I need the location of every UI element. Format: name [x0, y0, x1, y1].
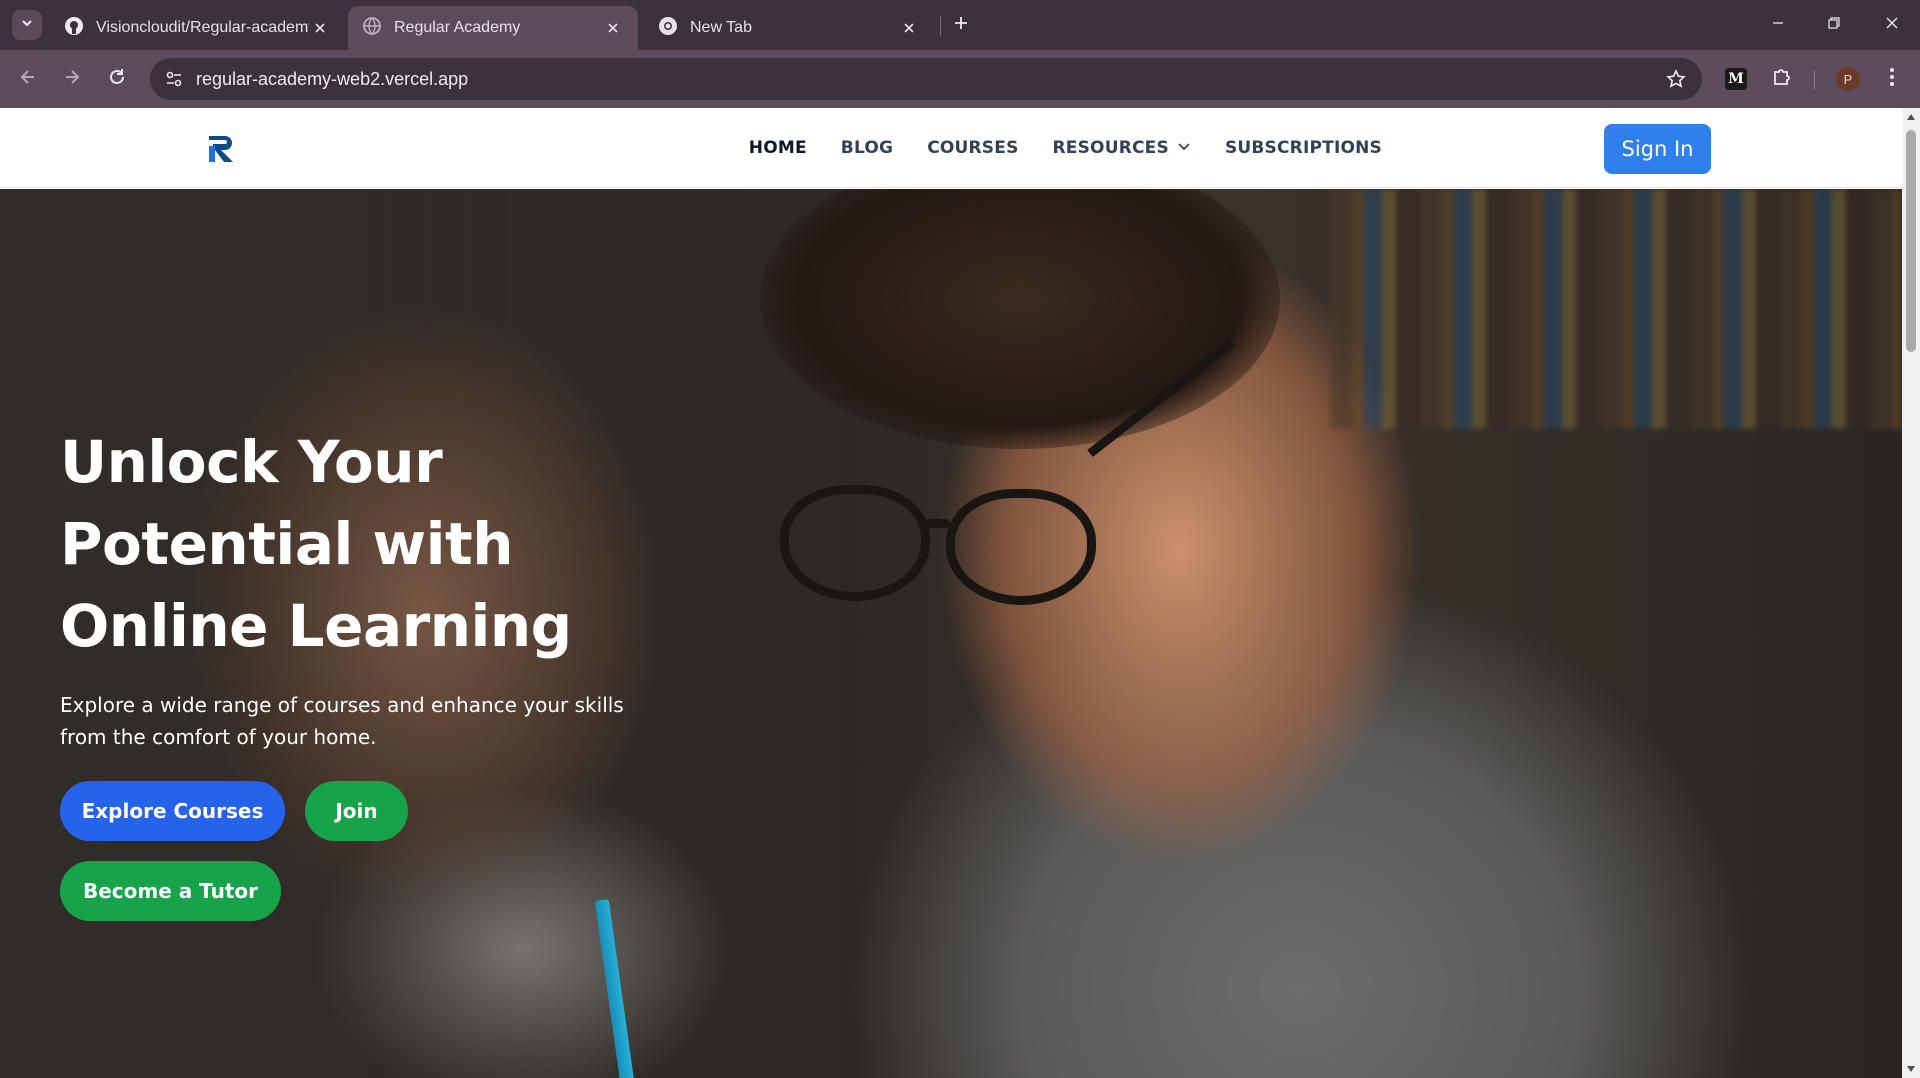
url-text: regular-academy-web2.vercel.app	[196, 69, 469, 89]
regular-academy-logo[interactable]	[205, 132, 239, 166]
tab-title: Visioncloudit/Regular-academy	[96, 19, 309, 36]
main-nav: HOME BLOG COURSES RESOURCES SUBSCRIPTION…	[749, 108, 1382, 188]
hero-title-line: Online Learning	[60, 592, 572, 660]
scroll-down-arrow-icon[interactable]	[1905, 1063, 1917, 1075]
tab-divider	[940, 16, 941, 36]
github-icon	[64, 16, 84, 41]
page-viewport: Unlock Your Potential with Online Learni…	[0, 108, 1920, 1078]
hero-title-line: Potential with	[60, 510, 514, 578]
tab-regular-academy[interactable]: Regular Academy	[348, 6, 638, 50]
arrow-left-icon	[18, 67, 38, 92]
site-header: HOME BLOG COURSES RESOURCES SUBSCRIPTION…	[0, 108, 1902, 188]
become-tutor-button[interactable]: Become a Tutor	[60, 861, 281, 921]
bookmark-star-icon[interactable]	[1664, 67, 1688, 91]
tab-new-tab[interactable]: New Tab	[644, 6, 934, 50]
chevron-down-icon	[20, 16, 34, 35]
extension-m-icon: M	[1725, 68, 1747, 90]
arrow-right-icon	[62, 67, 82, 92]
nav-label: BLOG	[840, 138, 894, 158]
hero-background-bookshelf	[1330, 189, 1902, 429]
plus-icon	[953, 15, 969, 36]
nav-label: COURSES	[927, 138, 1019, 158]
reload-icon	[107, 67, 127, 92]
hero-subtitle-line: Explore a wide range of courses and enha…	[60, 693, 624, 717]
extensions-button[interactable]	[1768, 65, 1796, 93]
scroll-up-arrow-icon[interactable]	[1905, 111, 1917, 123]
restore-button[interactable]	[1814, 8, 1854, 42]
puzzle-icon	[1771, 66, 1793, 93]
explore-courses-button[interactable]: Explore Courses	[60, 781, 285, 841]
close-icon[interactable]	[309, 17, 331, 39]
browser-menu-button[interactable]	[1878, 65, 1906, 93]
chrome-icon	[658, 16, 678, 41]
hero-background-glasses	[926, 519, 950, 528]
join-button[interactable]: Join	[305, 781, 408, 841]
nav-courses[interactable]: COURSES	[927, 138, 1018, 158]
tab-search-button[interactable]	[12, 10, 42, 40]
nav-label: RESOURCES	[1052, 138, 1169, 158]
site-info-icon[interactable]	[162, 67, 186, 91]
scrollbar-thumb[interactable]	[1906, 130, 1916, 352]
nav-resources[interactable]: RESOURCES	[1053, 138, 1191, 158]
globe-icon	[362, 16, 382, 41]
nav-label: HOME	[748, 138, 807, 158]
tab-title: Regular Academy	[394, 19, 521, 36]
nav-blog[interactable]: BLOG	[841, 138, 893, 158]
back-button[interactable]	[12, 63, 44, 95]
tab-github[interactable]: Visioncloudit/Regular-academy	[50, 6, 345, 50]
avatar: P	[1836, 67, 1860, 91]
hero-title-line: Unlock Your	[60, 428, 443, 496]
browser-toolbar: regular-academy-web2.vercel.app M P	[0, 50, 1920, 108]
hero-background-glasses	[946, 489, 1096, 605]
nav-subscriptions[interactable]: SUBSCRIPTIONS	[1225, 138, 1382, 158]
profile-button[interactable]: P	[1834, 65, 1862, 93]
kebab-menu-icon	[1889, 67, 1895, 92]
close-window-button[interactable]	[1872, 8, 1912, 42]
close-icon	[1885, 16, 1899, 35]
hero-section: Unlock Your Potential with Online Learni…	[0, 189, 1902, 1078]
hero-subtitle: Explore a wide range of courses and enha…	[60, 689, 660, 753]
nav-home[interactable]: HOME	[749, 138, 807, 158]
new-tab-button[interactable]	[948, 12, 974, 38]
page-scrollbar[interactable]	[1902, 108, 1920, 1078]
extension-m-button[interactable]: M	[1722, 65, 1750, 93]
reload-button[interactable]	[101, 63, 133, 95]
restore-icon	[1827, 16, 1841, 35]
sign-in-button[interactable]: Sign In	[1604, 124, 1711, 174]
nav-label: SUBSCRIPTIONS	[1224, 138, 1382, 158]
browser-tab-strip: Visioncloudit/Regular-academy Regular Ac…	[0, 0, 1920, 50]
tab-title: New Tab	[690, 19, 752, 36]
minimize-icon	[1771, 16, 1785, 35]
chevron-down-icon	[1177, 138, 1191, 158]
address-bar[interactable]: regular-academy-web2.vercel.app	[150, 58, 1702, 100]
forward-button[interactable]	[56, 63, 88, 95]
toolbar-divider	[1814, 70, 1815, 90]
hero-title: Unlock Your Potential with Online Learni…	[60, 421, 660, 667]
close-icon[interactable]	[602, 17, 624, 39]
hero-subtitle-line: from the comfort of your home.	[60, 725, 377, 749]
hero-background-glasses	[780, 485, 930, 601]
close-icon[interactable]	[898, 17, 920, 39]
minimize-button[interactable]	[1758, 8, 1798, 42]
